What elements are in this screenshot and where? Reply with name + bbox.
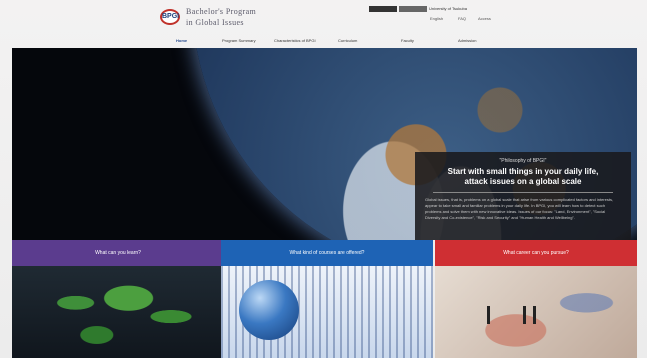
philosophy-headline: Start with small things in your daily li…: [425, 167, 621, 187]
learn-tile[interactable]: What can you learn?: [12, 240, 224, 358]
logo-badge[interactable]: BPGI: [160, 9, 180, 25]
logo-line-2: in Global Issues: [186, 18, 244, 27]
nav-characteristics[interactable]: Characteristics of BPGI: [274, 38, 316, 43]
divider: [433, 192, 613, 193]
hero-banner: "Philosophy of BPGI" Start with small th…: [12, 48, 637, 240]
site-logo-text[interactable]: Bachelor's Program in Global Issues: [186, 6, 256, 28]
nav-faculty[interactable]: Faculty: [401, 38, 414, 43]
learn-tile-label: What can you learn?: [12, 240, 224, 266]
faq-link[interactable]: FAQ: [458, 16, 466, 21]
top-button-1[interactable]: [369, 6, 397, 12]
person-figure: [523, 306, 526, 324]
nav-program-summary[interactable]: Program Summary: [222, 38, 256, 43]
english-link[interactable]: English: [430, 16, 443, 21]
philosophy-panel: "Philosophy of BPGI" Start with small th…: [415, 152, 631, 240]
career-tile[interactable]: What career can you pursue?: [435, 240, 637, 358]
logo-line-1: Bachelor's Program: [186, 7, 257, 16]
philosophy-body: Global issues, that is, problems on a gl…: [425, 197, 614, 220]
globe-chart-image: [221, 266, 433, 358]
courses-tile[interactable]: What kind of courses are offered?: [221, 240, 433, 358]
philosophy-subtitle: "Philosophy of BPGI": [499, 158, 547, 164]
main-nav: Home Program Summary Characteristics of …: [0, 36, 647, 48]
top-button-2[interactable]: [399, 6, 427, 12]
university-link[interactable]: University of Tsukuba: [429, 6, 467, 11]
person-figure: [487, 306, 490, 324]
headline-line-1: Start with small things in your daily li…: [447, 167, 599, 176]
world-map-image: [12, 266, 224, 358]
page: BPGI Bachelor's Program in Global Issues…: [0, 0, 647, 358]
nav-curriculum[interactable]: Curriculum: [338, 38, 357, 43]
courses-tile-label: What kind of courses are offered?: [221, 240, 433, 266]
glass-globe: [239, 280, 299, 340]
nav-home[interactable]: Home: [176, 38, 187, 43]
nav-admission[interactable]: Admission: [458, 38, 476, 43]
headline-line-2: attack issues on a global scale: [464, 177, 582, 186]
person-figure: [533, 306, 536, 324]
site-header: BPGI Bachelor's Program in Global Issues…: [0, 0, 647, 36]
access-link[interactable]: Access: [478, 16, 491, 21]
business-people-image: [435, 266, 637, 358]
career-tile-label: What career can you pursue?: [435, 240, 637, 266]
